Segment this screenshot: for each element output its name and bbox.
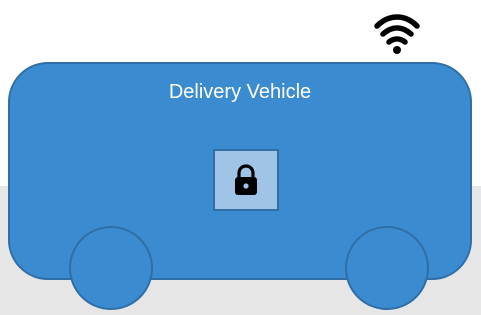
lock-icon — [235, 164, 257, 195]
wifi-icon — [374, 14, 420, 54]
vehicle-label: Delivery Vehicle — [168, 81, 312, 103]
rear-wheel — [345, 226, 429, 310]
delivery-vehicle-diagram: Delivery Vehicle — [0, 0, 481, 315]
front-wheel — [69, 226, 153, 310]
